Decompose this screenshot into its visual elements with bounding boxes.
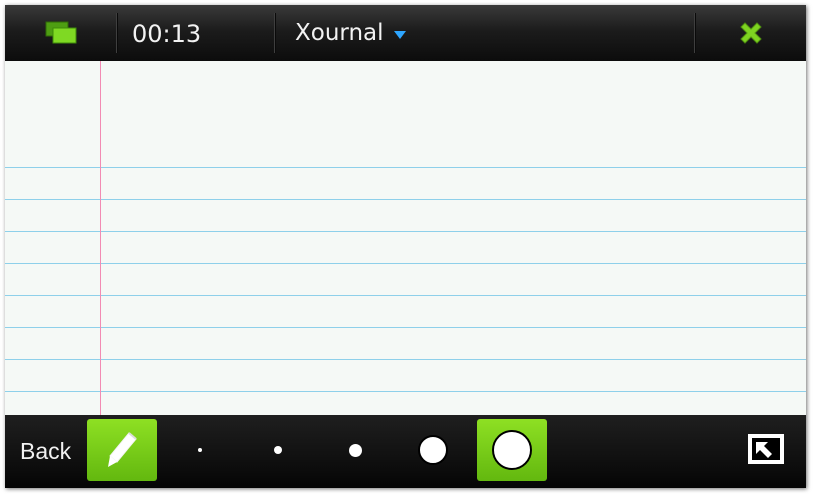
pen-tool-button[interactable] [87, 419, 157, 481]
close-button[interactable] [695, 5, 806, 61]
margin-line [100, 61, 101, 415]
dot-icon [274, 446, 282, 454]
pen-size-fine[interactable] [243, 419, 313, 481]
back-button[interactable]: Back [20, 415, 71, 488]
separator [274, 13, 275, 53]
circle-icon [418, 435, 448, 465]
chevron-down-icon [393, 30, 406, 39]
ruled-line [5, 167, 806, 168]
pen-size-extra-fine[interactable] [165, 419, 235, 481]
pen-size-thick[interactable] [398, 419, 468, 481]
ruled-line [5, 327, 806, 328]
pencil-icon [108, 432, 137, 467]
task-switcher-icon [45, 21, 76, 44]
dot-icon [348, 443, 362, 457]
fullscreen-button[interactable] [746, 432, 786, 466]
app-title: Xournal [295, 20, 384, 46]
close-icon [739, 22, 762, 44]
ruled-line [5, 359, 806, 360]
pen-size-medium[interactable] [320, 419, 390, 481]
ruled-line [5, 231, 806, 232]
ruled-line [5, 391, 806, 392]
ruled-line [5, 295, 806, 296]
task-switcher-button[interactable] [5, 5, 116, 61]
ruled-page-canvas[interactable] [5, 61, 806, 415]
pen-size-extra-thick[interactable] [477, 419, 547, 481]
dot-icon [198, 448, 202, 452]
tool-bar: Back [5, 415, 806, 488]
app-window: 00:13 Xournal Back [5, 5, 806, 488]
title-bar: 00:13 Xournal [5, 5, 806, 61]
separator [116, 13, 117, 53]
ruled-line [5, 199, 806, 200]
fullscreen-icon [748, 434, 784, 464]
clock: 00:13 [132, 20, 202, 48]
ruled-line [5, 263, 806, 264]
circle-icon [492, 430, 532, 470]
app-menu[interactable]: Xournal [295, 5, 406, 61]
